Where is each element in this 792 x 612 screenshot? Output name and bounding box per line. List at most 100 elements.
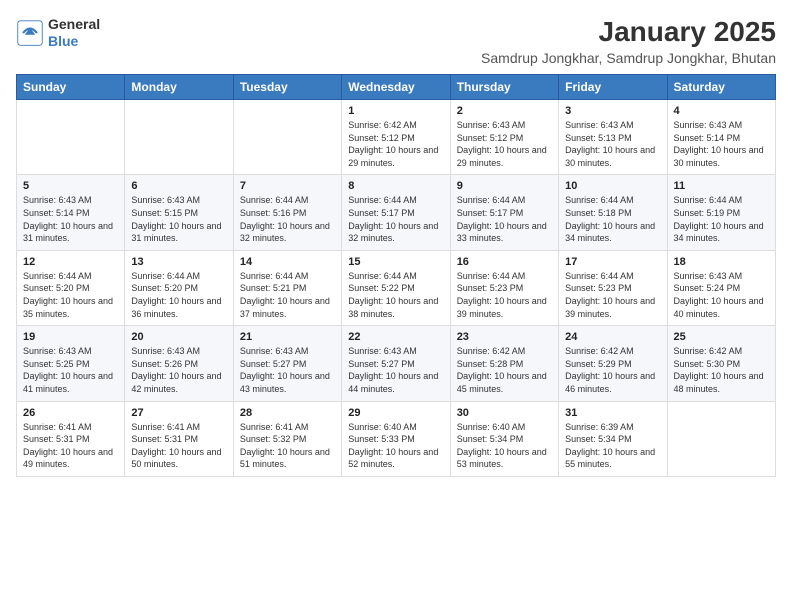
calendar-cell: 11 Sunrise: 6:44 AM Sunset: 5:19 PM Dayli… (667, 175, 775, 250)
calendar-cell: 26Sunrise: 6:41 AM Sunset: 5:31 PM Dayli… (17, 401, 125, 476)
calendar-cell: 31 Sunrise: 6:39 AM Sunset: 5:34 PM Dayli… (559, 401, 667, 476)
cell-info: Sunrise: 6:44 AM Sunset: 5:16 PM Dayligh… (240, 194, 335, 244)
calendar-cell: 9 Sunrise: 6:44 AM Sunset: 5:17 PM Daylig… (450, 175, 558, 250)
cell-date: 13 (131, 256, 226, 268)
cell-info: Sunrise: 6:44 AM Sunset: 5:18 PM Dayligh… (565, 194, 660, 244)
calendar-cell: 30Sunrise: 6:40 AM Sunset: 5:34 PM Dayli… (450, 401, 558, 476)
cell-info: Sunrise: 6:43 AM Sunset: 5:12 PM Dayligh… (457, 119, 552, 169)
cell-date: 2 (457, 105, 552, 117)
calendar-cell (17, 100, 125, 175)
cell-info: Sunrise: 6:42 AM Sunset: 5:12 PM Dayligh… (348, 119, 443, 169)
calendar-title: January 2025 (481, 16, 776, 48)
cell-date: 18 (674, 256, 769, 268)
calendar-cell: 4 Sunrise: 6:43 AM Sunset: 5:14 PM Daylig… (667, 100, 775, 175)
calendar-cell: 5 Sunrise: 6:43 AM Sunset: 5:14 PM Daylig… (17, 175, 125, 250)
cell-info: Sunrise: 6:40 AM Sunset: 5:33 PM Dayligh… (348, 421, 443, 471)
week-row-3: 19Sunrise: 6:43 AM Sunset: 5:25 PM Dayli… (17, 326, 776, 401)
cell-info: Sunrise: 6:43 AM Sunset: 5:13 PM Dayligh… (565, 119, 660, 169)
cell-date: 6 (131, 180, 226, 192)
cell-info: Sunrise: 6:44 AM Sunset: 5:20 PM Dayligh… (131, 270, 226, 320)
cell-info: Sunrise: 6:41 AM Sunset: 5:31 PM Dayligh… (131, 421, 226, 471)
calendar-cell: 6 Sunrise: 6:43 AM Sunset: 5:15 PM Daylig… (125, 175, 233, 250)
week-row-0: 1Sunrise: 6:42 AM Sunset: 5:12 PM Daylig… (17, 100, 776, 175)
cell-date: 3 (565, 105, 660, 117)
cell-info: Sunrise: 6:43 AM Sunset: 5:14 PM Dayligh… (23, 194, 118, 244)
week-row-1: 5 Sunrise: 6:43 AM Sunset: 5:14 PM Daylig… (17, 175, 776, 250)
calendar-cell: 24Sunrise: 6:42 AM Sunset: 5:29 PM Dayli… (559, 326, 667, 401)
cell-info: Sunrise: 6:44 AM Sunset: 5:22 PM Dayligh… (348, 270, 443, 320)
cell-info: Sunrise: 6:43 AM Sunset: 5:14 PM Dayligh… (674, 119, 769, 169)
calendar-cell: 16 Sunrise: 6:44 AM Sunset: 5:23 PM Dayli… (450, 250, 558, 325)
logo-icon (16, 19, 44, 47)
cell-date: 27 (131, 407, 226, 419)
cell-info: Sunrise: 6:44 AM Sunset: 5:21 PM Dayligh… (240, 270, 335, 320)
cell-date: 21 (240, 331, 335, 343)
cell-date: 10 (565, 180, 660, 192)
cell-info: Sunrise: 6:43 AM Sunset: 5:27 PM Dayligh… (240, 345, 335, 395)
cell-info: Sunrise: 6:39 AM Sunset: 5:34 PM Dayligh… (565, 421, 660, 471)
cell-info: Sunrise: 6:43 AM Sunset: 5:24 PM Dayligh… (674, 270, 769, 320)
cell-date: 7 (240, 180, 335, 192)
logo-general: General (48, 16, 100, 32)
calendar-subtitle: Samdrup Jongkhar, Samdrup Jongkhar, Bhut… (481, 50, 776, 66)
calendar-cell: 20 Sunrise: 6:43 AM Sunset: 5:26 PM Dayli… (125, 326, 233, 401)
calendar-cell: 7 Sunrise: 6:44 AM Sunset: 5:16 PM Daylig… (233, 175, 341, 250)
cell-info: Sunrise: 6:44 AM Sunset: 5:23 PM Dayligh… (457, 270, 552, 320)
calendar-cell: 29 Sunrise: 6:40 AM Sunset: 5:33 PM Dayli… (342, 401, 450, 476)
cell-info: Sunrise: 6:42 AM Sunset: 5:30 PM Dayligh… (674, 345, 769, 395)
cell-date: 8 (348, 180, 443, 192)
cell-info: Sunrise: 6:42 AM Sunset: 5:28 PM Dayligh… (457, 345, 552, 395)
weekday-header-friday: Friday (559, 75, 667, 100)
calendar-cell (667, 401, 775, 476)
calendar-cell (125, 100, 233, 175)
weekday-header-row: SundayMondayTuesdayWednesdayThursdayFrid… (17, 75, 776, 100)
cell-date: 16 (457, 256, 552, 268)
cell-info: Sunrise: 6:43 AM Sunset: 5:25 PM Dayligh… (23, 345, 118, 395)
cell-date: 31 (565, 407, 660, 419)
calendar-cell: 22Sunrise: 6:43 AM Sunset: 5:27 PM Dayli… (342, 326, 450, 401)
cell-date: 11 (674, 180, 769, 192)
cell-date: 30 (457, 407, 552, 419)
calendar-cell (233, 100, 341, 175)
calendar-cell: 15Sunrise: 6:44 AM Sunset: 5:22 PM Dayli… (342, 250, 450, 325)
cell-info: Sunrise: 6:41 AM Sunset: 5:31 PM Dayligh… (23, 421, 118, 471)
calendar-cell: 14Sunrise: 6:44 AM Sunset: 5:21 PM Dayli… (233, 250, 341, 325)
calendar-cell: 19Sunrise: 6:43 AM Sunset: 5:25 PM Dayli… (17, 326, 125, 401)
page-container: General Blue January 2025 Samdrup Jongkh… (16, 16, 776, 477)
week-row-2: 12 Sunrise: 6:44 AM Sunset: 5:20 PM Dayli… (17, 250, 776, 325)
cell-info: Sunrise: 6:43 AM Sunset: 5:26 PM Dayligh… (131, 345, 226, 395)
weekday-header-saturday: Saturday (667, 75, 775, 100)
calendar-cell: 27 Sunrise: 6:41 AM Sunset: 5:31 PM Dayli… (125, 401, 233, 476)
cell-date: 28 (240, 407, 335, 419)
weekday-header-monday: Monday (125, 75, 233, 100)
calendar-cell: 1Sunrise: 6:42 AM Sunset: 5:12 PM Daylig… (342, 100, 450, 175)
cell-date: 9 (457, 180, 552, 192)
cell-date: 5 (23, 180, 118, 192)
cell-info: Sunrise: 6:44 AM Sunset: 5:17 PM Dayligh… (457, 194, 552, 244)
calendar-cell: 10 Sunrise: 6:44 AM Sunset: 5:18 PM Dayli… (559, 175, 667, 250)
cell-info: Sunrise: 6:44 AM Sunset: 5:17 PM Dayligh… (348, 194, 443, 244)
cell-date: 23 (457, 331, 552, 343)
cell-info: Sunrise: 6:43 AM Sunset: 5:27 PM Dayligh… (348, 345, 443, 395)
cell-date: 17 (565, 256, 660, 268)
cell-date: 4 (674, 105, 769, 117)
title-area: January 2025 Samdrup Jongkhar, Samdrup J… (481, 16, 776, 66)
calendar-cell: 13 Sunrise: 6:44 AM Sunset: 5:20 PM Dayli… (125, 250, 233, 325)
weekday-header-tuesday: Tuesday (233, 75, 341, 100)
header: General Blue January 2025 Samdrup Jongkh… (16, 16, 776, 66)
cell-info: Sunrise: 6:44 AM Sunset: 5:19 PM Dayligh… (674, 194, 769, 244)
cell-info: Sunrise: 6:42 AM Sunset: 5:29 PM Dayligh… (565, 345, 660, 395)
calendar-cell: 17Sunrise: 6:44 AM Sunset: 5:23 PM Dayli… (559, 250, 667, 325)
cell-date: 29 (348, 407, 443, 419)
logo-text: General Blue (48, 16, 100, 50)
calendar-cell: 3 Sunrise: 6:43 AM Sunset: 5:13 PM Daylig… (559, 100, 667, 175)
cell-info: Sunrise: 6:43 AM Sunset: 5:15 PM Dayligh… (131, 194, 226, 244)
weekday-header-thursday: Thursday (450, 75, 558, 100)
cell-date: 20 (131, 331, 226, 343)
calendar-cell: 18 Sunrise: 6:43 AM Sunset: 5:24 PM Dayli… (667, 250, 775, 325)
cell-date: 25 (674, 331, 769, 343)
cell-date: 12 (23, 256, 118, 268)
calendar-cell: 2 Sunrise: 6:43 AM Sunset: 5:12 PM Daylig… (450, 100, 558, 175)
cell-info: Sunrise: 6:41 AM Sunset: 5:32 PM Dayligh… (240, 421, 335, 471)
calendar-cell: 8 Sunrise: 6:44 AM Sunset: 5:17 PM Daylig… (342, 175, 450, 250)
